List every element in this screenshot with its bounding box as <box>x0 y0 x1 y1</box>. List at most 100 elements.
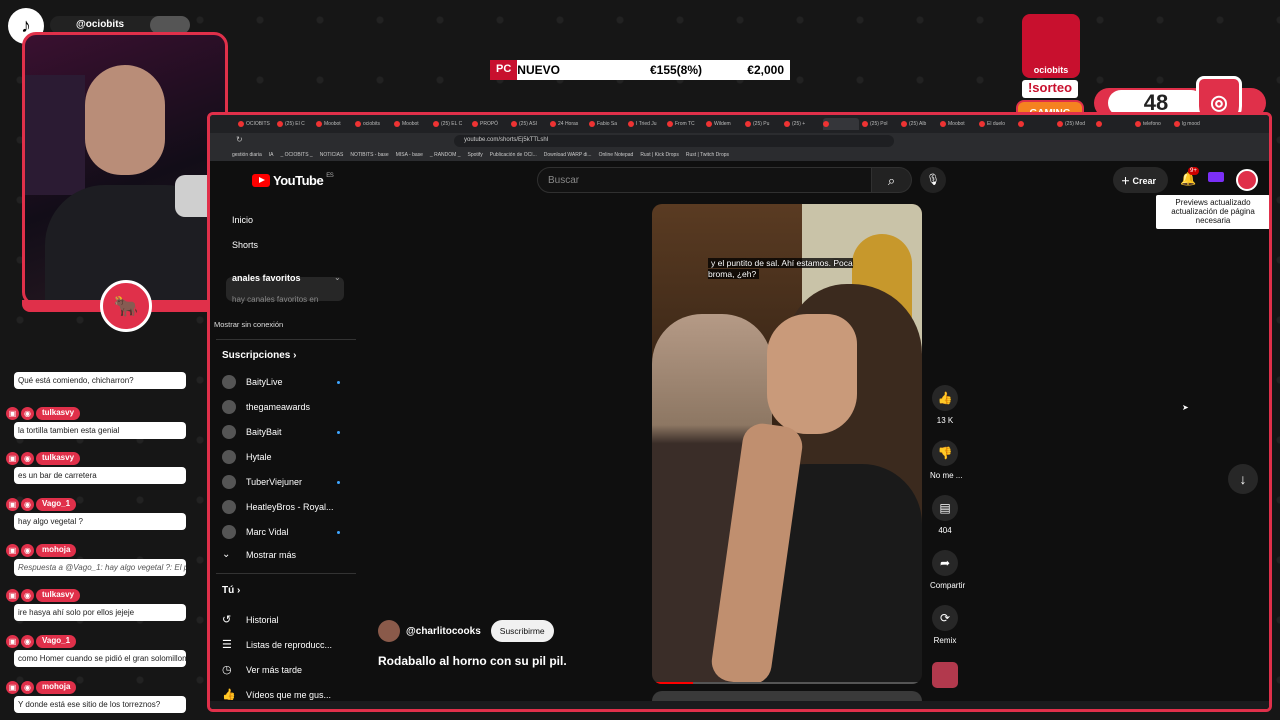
subscribe-button[interactable]: Suscribirme <box>490 620 554 642</box>
subscription-item[interactable]: BaityBait <box>222 425 340 439</box>
like-button[interactable]: 👍 13 K <box>930 385 960 425</box>
reload-icon[interactable]: ↻ <box>236 135 243 144</box>
search-input[interactable]: Buscar <box>537 167 872 193</box>
subscription-item[interactable]: TuberViejuner <box>222 475 340 489</box>
browser-tab[interactable]: I Tried Ju <box>628 118 664 130</box>
sidebar-item-shorts[interactable]: Shorts <box>232 240 258 250</box>
browser-tab[interactable]: (25) ASI <box>511 118 547 130</box>
favicon-icon <box>1018 121 1024 127</box>
sidebar-item-historial[interactable]: ↺ Historial <box>222 613 279 626</box>
browser-tab[interactable]: From TC <box>667 118 703 130</box>
browser-tab[interactable]: 24 Horas <box>550 118 586 130</box>
bookmark-item[interactable]: Publicación de OCI... <box>490 152 537 158</box>
thumbs-up-icon: 👍 <box>932 385 958 411</box>
bookmark-item[interactable]: IA <box>269 152 274 158</box>
browser-tab[interactable]: (25) El C <box>277 118 313 130</box>
channel-avatar[interactable] <box>378 620 400 642</box>
comments-button[interactable]: ▤ 404 <box>930 495 960 535</box>
url-field[interactable]: youtube.com/shorts/Ej5kTTLshI <box>454 135 894 147</box>
browser-tab[interactable] <box>1096 118 1132 130</box>
twitch-icon: ▣ <box>6 543 19 557</box>
browser-tab[interactable]: (25) EL C <box>433 118 469 130</box>
remix-button[interactable]: ⟳ Remix <box>930 605 960 645</box>
account-avatar[interactable] <box>1236 169 1258 191</box>
subscriptions-heading[interactable]: Suscripciones › <box>222 350 296 361</box>
browser-tab[interactable]: (25) Mod <box>1057 118 1093 130</box>
search-icon[interactable]: ⌕ <box>872 167 912 193</box>
browser-tab[interactable]: (25) + <box>784 118 820 130</box>
sidebar-item-inicio[interactable]: Inicio <box>232 215 253 225</box>
browser-tab[interactable]: lg mood <box>1174 118 1210 130</box>
bookmark-item[interactable]: NOTIBITS - base <box>350 152 388 158</box>
browser-tab[interactable]: OCIOBITS <box>238 118 274 130</box>
history-icon: ↺ <box>222 614 232 626</box>
channel-name[interactable]: @charlitocooks <box>406 626 481 637</box>
premium-icon[interactable] <box>1208 172 1224 182</box>
badge-icon: ◉ <box>21 451 34 465</box>
bookmark-item[interactable]: Rust | Twitch Drops <box>686 152 729 158</box>
browser-tab[interactable]: El duelo <box>979 118 1015 130</box>
short-video-player[interactable]: y el puntito de sal. Ahí estamos. Poca b… <box>652 204 922 684</box>
video-progress-bar[interactable] <box>652 682 922 684</box>
browser-tab[interactable]: Fabio Sa <box>589 118 625 130</box>
browser-window: OCIOBITS (25) El C Moobot ociobits Moobot (25… <box>207 112 1272 712</box>
youtube-play-icon <box>252 174 270 187</box>
browser-tab[interactable]: (25) Pol <box>862 118 898 130</box>
favicon-icon <box>238 121 244 127</box>
browser-tab[interactable]: PROPÓ <box>472 118 508 130</box>
bookmark-item[interactable]: MISA - base <box>396 152 423 158</box>
favicon-icon <box>1135 121 1141 127</box>
browser-tab[interactable]: (25) Pu <box>745 118 781 130</box>
favicon-icon <box>1096 121 1102 127</box>
browser-tab[interactable] <box>1018 118 1054 130</box>
browser-tab[interactable]: ociobits <box>355 118 391 130</box>
favicon-icon <box>706 121 712 127</box>
favorites-heading: anales favoritos <box>232 273 301 283</box>
next-arrow-icon[interactable]: ↓ <box>1228 464 1258 494</box>
favicon-icon <box>940 121 946 127</box>
mic-icon[interactable]: 🎙 <box>920 167 946 193</box>
browser-tab[interactable]: Wildem <box>706 118 742 130</box>
bookmark-item[interactable]: Download WARP di... <box>544 152 592 158</box>
browser-tab[interactable]: Moobot <box>394 118 430 130</box>
stock-ticker: PC NUEVO €155(8%) €2,000 <box>490 60 790 80</box>
subscription-item[interactable]: thegameawards <box>222 400 340 414</box>
chevron-down-icon[interactable]: ⌄ <box>334 273 341 282</box>
browser-tab[interactable]: telefono <box>1135 118 1171 130</box>
subscription-item[interactable]: BaityLive <box>222 375 340 389</box>
subscription-item[interactable]: Hytale <box>222 450 340 464</box>
dislike-button[interactable]: 👎 No me ... <box>930 440 962 480</box>
bookmark-item[interactable]: NOTICIAS <box>320 152 344 158</box>
offline-toggle[interactable]: Mostrar sin conexión <box>214 320 283 329</box>
browser-tab[interactable] <box>823 118 859 130</box>
channel-logo-icon: 🐂 <box>100 280 152 332</box>
favicon-icon <box>433 121 439 127</box>
you-heading[interactable]: Tú › <box>222 585 240 596</box>
sidebar-item-listas[interactable]: ☰ Listas de reproducc... <box>222 638 332 651</box>
chat-text: ire hasya ahí solo por ellos jejeje <box>14 604 186 621</box>
sound-avatar[interactable] <box>932 662 958 688</box>
browser-tab[interactable]: (25) Alb <box>901 118 937 130</box>
chat-message: ▣ ◉ Vago_1 hay algo vegetal ? <box>6 497 202 530</box>
create-button[interactable]: ＋ Crear <box>1113 167 1168 193</box>
favicon-icon <box>355 121 361 127</box>
badge-icon: ◉ <box>21 406 34 420</box>
show-more-button[interactable]: ⌄ Mostrar más <box>222 549 296 560</box>
bookmark-item[interactable]: gestión diaria <box>232 152 262 158</box>
chat-message: ▣ ◉ tulkasvy la tortilla tambien esta genia… <box>6 406 202 439</box>
bookmark-item[interactable]: _ RANDOM _ <box>430 152 461 158</box>
subscription-item[interactable]: Marc Vidal <box>222 525 340 539</box>
youtube-logo[interactable]: YouTube ES <box>252 173 334 188</box>
browser-tab[interactable]: Moobot <box>316 118 352 130</box>
sidebar-item-ver-mas-tarde[interactable]: ◷ Ver más tarde <box>222 663 302 676</box>
sidebar-item-videos-gustan[interactable]: 👍 Vídeos que me gus... <box>222 688 331 701</box>
browser-tab[interactable]: Moobot <box>940 118 976 130</box>
bookmark-item[interactable]: _ OCIOBITS _ <box>280 152 312 158</box>
bookmark-item[interactable]: Online Notepad <box>599 152 634 158</box>
bookmark-item[interactable]: Spotify <box>467 152 482 158</box>
chat-message: Qué está comiendo, chicharron? <box>6 370 202 389</box>
share-button[interactable]: ➦ Compartir <box>930 550 965 590</box>
favicon-icon <box>316 121 322 127</box>
subscription-item[interactable]: HeatleyBros - Royal... <box>222 500 340 514</box>
bookmark-item[interactable]: Rust | Kick Drops <box>640 152 679 158</box>
